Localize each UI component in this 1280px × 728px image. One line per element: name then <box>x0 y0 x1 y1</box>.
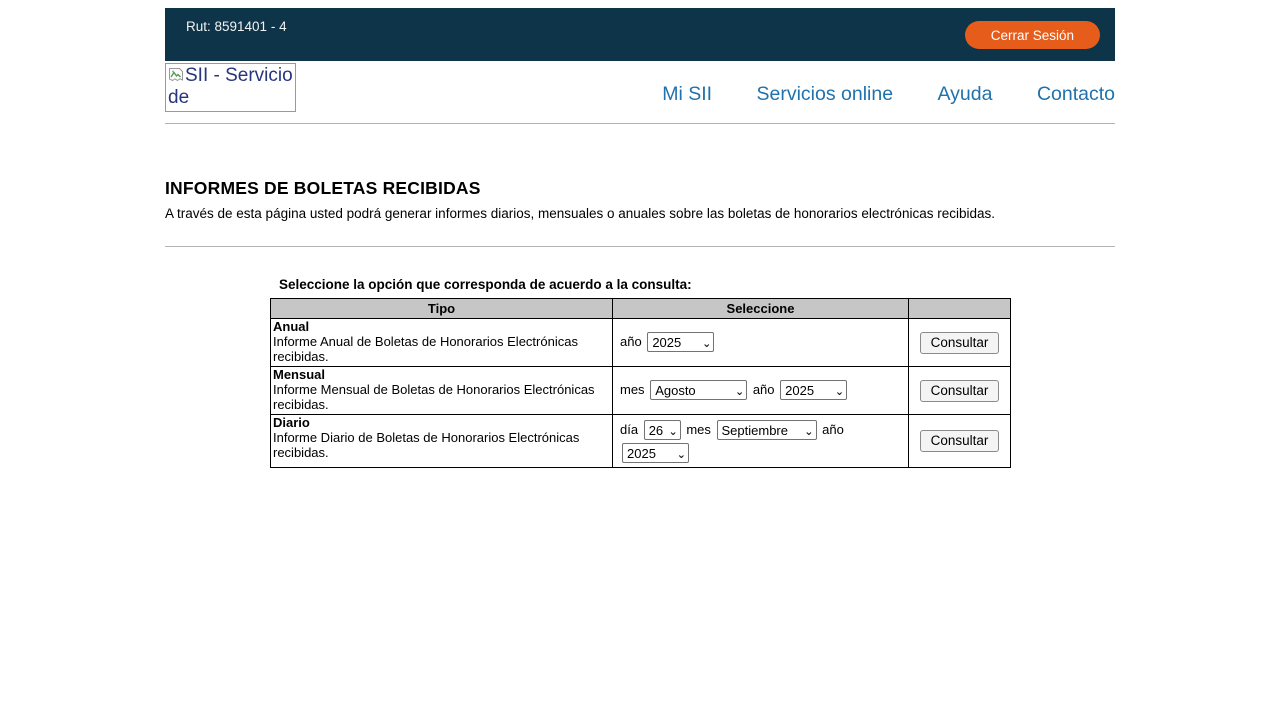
page-container: Rut: 8591401 - 4 Cerrar Sesión SII - Ser… <box>165 8 1115 468</box>
consulta-section: Seleccione la opción que corresponda de … <box>270 277 1115 468</box>
consulta-table: Tipo Seleccione Anual Informe Anual de B… <box>270 298 1011 468</box>
divider <box>165 246 1115 247</box>
header-tipo: Tipo <box>271 299 613 319</box>
table-row-diario: Diario Informe Diario de Boletas de Hono… <box>271 415 1011 468</box>
diario-tipo-cell: Diario Informe Diario de Boletas de Hono… <box>271 415 613 468</box>
mensual-mes-label: mes <box>620 382 645 397</box>
diario-month-select[interactable]: Septiembre <box>717 420 817 440</box>
anual-consultar-button[interactable]: Consultar <box>920 332 1000 354</box>
anual-description: Informe Anual de Boletas de Honorarios E… <box>273 334 578 364</box>
mensual-consultar-button[interactable]: Consultar <box>920 380 1000 402</box>
anual-year-select[interactable]: 2025 <box>647 332 714 352</box>
header-accion <box>909 299 1011 319</box>
diario-anio-label: año <box>822 422 844 437</box>
mensual-description: Informe Mensual de Boletas de Honorarios… <box>273 382 595 412</box>
table-row-mensual: Mensual Informe Mensual de Boletas de Ho… <box>271 367 1011 415</box>
mensual-month-select[interactable]: Agosto <box>650 380 747 400</box>
rut-label: Rut: 8591401 - 4 <box>186 19 287 34</box>
header-seleccione: Seleccione <box>613 299 909 319</box>
anual-select-cell: año 2025⌄ <box>613 319 909 367</box>
session-bar: Rut: 8591401 - 4 Cerrar Sesión <box>165 8 1115 61</box>
mensual-anio-label: año <box>753 382 775 397</box>
anual-tipo-cell: Anual Informe Anual de Boletas de Honora… <box>271 319 613 367</box>
mensual-label: Mensual <box>273 367 325 382</box>
sii-logo-broken-image[interactable]: SII - Servicio de <box>165 63 296 112</box>
page-description: A través de esta página usted podrá gene… <box>165 206 1115 221</box>
diario-day-select[interactable]: 26 <box>644 420 681 440</box>
page-title: INFORMES DE BOLETAS RECIBIDAS <box>165 178 1115 199</box>
mensual-select-cell: mes Agosto⌄ año 2025⌄ <box>613 367 909 415</box>
consulta-caption: Seleccione la opción que corresponda de … <box>270 277 1115 292</box>
mensual-button-cell: Consultar <box>909 367 1011 415</box>
nav-link-ayuda[interactable]: Ayuda <box>938 83 993 105</box>
anual-label: Anual <box>273 319 309 334</box>
nav-link-mi-sii[interactable]: Mi SII <box>662 83 712 105</box>
broken-image-icon <box>168 65 185 86</box>
site-header: SII - Servicio de Mi SII Servicios onlin… <box>165 63 1115 124</box>
primary-nav: Mi SII Servicios online Ayuda Contacto <box>622 83 1115 106</box>
mensual-tipo-cell: Mensual Informe Mensual de Boletas de Ho… <box>271 367 613 415</box>
anual-anio-label: año <box>620 334 642 349</box>
diario-select-cell: día 26⌄ mes Septiembre⌄ año 2025⌄ <box>613 415 909 468</box>
diario-description: Informe Diario de Boletas de Honorarios … <box>273 430 579 460</box>
diario-button-cell: Consultar <box>909 415 1011 468</box>
diario-label: Diario <box>273 415 310 430</box>
diario-consultar-button[interactable]: Consultar <box>920 430 1000 452</box>
nav-link-servicios-online[interactable]: Servicios online <box>757 83 894 105</box>
table-row-anual: Anual Informe Anual de Boletas de Honora… <box>271 319 1011 367</box>
diario-dia-label: día <box>620 422 638 437</box>
mensual-year-select[interactable]: 2025 <box>780 380 847 400</box>
nav-link-contacto[interactable]: Contacto <box>1037 83 1115 105</box>
table-header-row: Tipo Seleccione <box>271 299 1011 319</box>
logout-button[interactable]: Cerrar Sesión <box>965 21 1100 49</box>
logo-alt-text: SII - Servicio de <box>168 65 293 108</box>
anual-button-cell: Consultar <box>909 319 1011 367</box>
diario-mes-label: mes <box>686 422 711 437</box>
diario-year-select[interactable]: 2025 <box>622 443 689 463</box>
